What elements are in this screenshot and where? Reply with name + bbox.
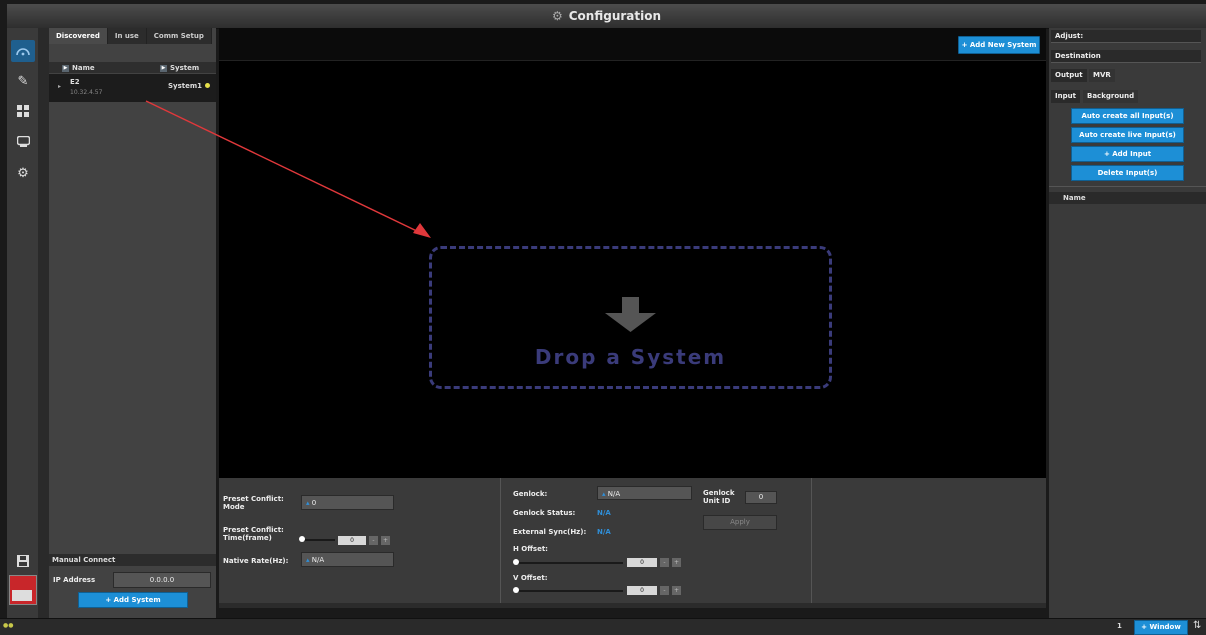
system-tabs: Discovered In use Comm Setup — [49, 28, 212, 44]
device-system: System1 — [168, 82, 203, 90]
grip-icon: ●● — [3, 622, 14, 629]
manual-connect-header: Manual Connect — [49, 554, 216, 566]
page-number: 1 — [1117, 622, 1122, 630]
chevron-icon: ▴ — [306, 556, 310, 564]
v-offset-slider[interactable] — [515, 590, 623, 592]
new-window-button[interactable]: + Window — [1134, 620, 1188, 635]
name-column-header[interactable]: Name — [1049, 192, 1206, 204]
decrement-button[interactable]: - — [660, 558, 669, 567]
decrement-button[interactable]: - — [660, 586, 669, 595]
column-name[interactable]: ▶ Name — [62, 64, 95, 72]
column-system[interactable]: ▶ System — [160, 64, 199, 72]
increment-button[interactable]: + — [381, 536, 390, 545]
tab-destination[interactable]: Destination — [1051, 50, 1201, 63]
sort-icon: ▶ — [62, 64, 69, 72]
genlock-status-label: Genlock Status: — [513, 509, 576, 517]
panel-resize-handle[interactable] — [219, 603, 1046, 608]
systems-icon-svg — [16, 48, 30, 56]
properties-panel: Adjust: Destination Output MVR Input Bac… — [1049, 28, 1206, 618]
tab-background[interactable]: Background — [1083, 90, 1139, 103]
external-sync-value: N/A — [597, 528, 611, 536]
edit-icon[interactable]: ✎ — [11, 70, 35, 92]
ip-address-label: IP Address — [53, 576, 96, 584]
systems-icon[interactable] — [11, 40, 35, 62]
device-name: E2 — [70, 78, 80, 86]
settings-panel: Preset Conflict: Mode ▴ 0 Preset Conflic… — [219, 478, 1046, 608]
h-offset-slider[interactable] — [515, 562, 623, 564]
panel-splitter[interactable] — [38, 28, 49, 618]
expand-icon[interactable]: ▸ — [58, 83, 61, 90]
h-offset-label: H Offset: — [513, 545, 548, 553]
add-input-button[interactable]: + Add Input — [1071, 146, 1184, 162]
status-bar: ●● 1 + Window ⇅ — [0, 618, 1206, 635]
device-ip: 10.32.4.57 — [70, 89, 103, 96]
down-arrow-icon — [605, 297, 656, 332]
v-offset-value[interactable]: 0 — [627, 586, 657, 595]
drop-zone[interactable]: Drop a System — [429, 246, 832, 389]
auto-create-all-button[interactable]: Auto create all Input(s) — [1071, 108, 1184, 124]
save-icon-svg — [17, 555, 29, 567]
ip-address-input[interactable]: 0.0.0.0 — [113, 572, 211, 588]
drag-arrow — [145, 100, 431, 238]
layout-icon-svg — [17, 105, 29, 117]
network-icon: ⚙ — [551, 9, 563, 23]
preset-mode-label: Preset Conflict: Mode — [223, 495, 284, 511]
tab-mvr[interactable]: MVR — [1089, 69, 1115, 82]
genlock-unit-input[interactable]: 0 — [745, 491, 777, 504]
genlock-label: Genlock: — [513, 490, 548, 498]
chevron-icon: ▴ — [306, 499, 310, 507]
decrement-button[interactable]: - — [369, 536, 378, 545]
h-offset-knob[interactable] — [513, 559, 519, 565]
window-title: ⚙ Configuration — [551, 9, 662, 23]
preset-mode-select[interactable]: ▴ 0 — [301, 495, 394, 510]
layout-icon[interactable] — [11, 100, 35, 122]
status-dot-icon — [205, 83, 210, 88]
preset-time-knob[interactable] — [299, 536, 305, 542]
tab-in-use[interactable]: In use — [107, 28, 147, 44]
device-logo — [9, 575, 37, 605]
apply-button[interactable]: Apply — [703, 515, 777, 530]
h-offset-value[interactable]: 0 — [627, 558, 657, 567]
preset-time-value[interactable]: 0 — [338, 536, 366, 545]
genlock-select[interactable]: ▴ N/A — [597, 486, 692, 500]
tab-input[interactable]: Input — [1051, 90, 1080, 103]
display-icon-svg — [16, 135, 30, 147]
genlock-status-value: N/A — [597, 509, 611, 517]
sort-icon: ▶ — [160, 64, 167, 72]
v-offset-knob[interactable] — [513, 587, 519, 593]
save-icon[interactable] — [11, 550, 35, 572]
native-rate-select[interactable]: ▴ N/A — [301, 552, 394, 567]
preset-time-label: Preset Conflict: Time(frame) — [223, 526, 284, 542]
display-icon[interactable] — [11, 130, 35, 152]
genlock-unit-label: Genlock Unit ID — [703, 489, 735, 505]
add-system-button[interactable]: + Add System — [78, 592, 188, 608]
settings-icon[interactable]: ⚙ — [11, 162, 35, 184]
fullscreen-icon[interactable]: ⇅ — [1193, 620, 1201, 631]
title-bar: ⚙ Configuration — [7, 4, 1206, 29]
v-offset-label: V Offset: — [513, 574, 548, 582]
increment-button[interactable]: + — [672, 558, 681, 567]
preset-time-slider[interactable] — [301, 539, 335, 541]
drop-text: Drop a System — [534, 345, 727, 369]
tab-output[interactable]: Output — [1051, 69, 1087, 82]
increment-button[interactable]: + — [672, 586, 681, 595]
auto-create-live-button[interactable]: Auto create live Input(s) — [1071, 127, 1184, 143]
delete-inputs-button[interactable]: Delete Input(s) — [1071, 165, 1184, 181]
tab-adjust[interactable]: Adjust: — [1051, 30, 1201, 43]
tab-comm-setup[interactable]: Comm Setup — [146, 28, 212, 44]
external-sync-label: External Sync(Hz): — [513, 528, 587, 536]
nav-sidebar: ✎ ⚙ — [7, 28, 39, 618]
native-rate-label: Native Rate(Hz): — [223, 557, 289, 565]
add-new-system-button[interactable]: + Add New System — [958, 36, 1040, 54]
chevron-icon: ▴ — [602, 490, 606, 498]
list-header: ▶ Name ▶ System — [49, 62, 216, 73]
canvas-toolbar: + Add New System — [219, 28, 1046, 61]
tab-discovered[interactable]: Discovered — [49, 28, 108, 44]
